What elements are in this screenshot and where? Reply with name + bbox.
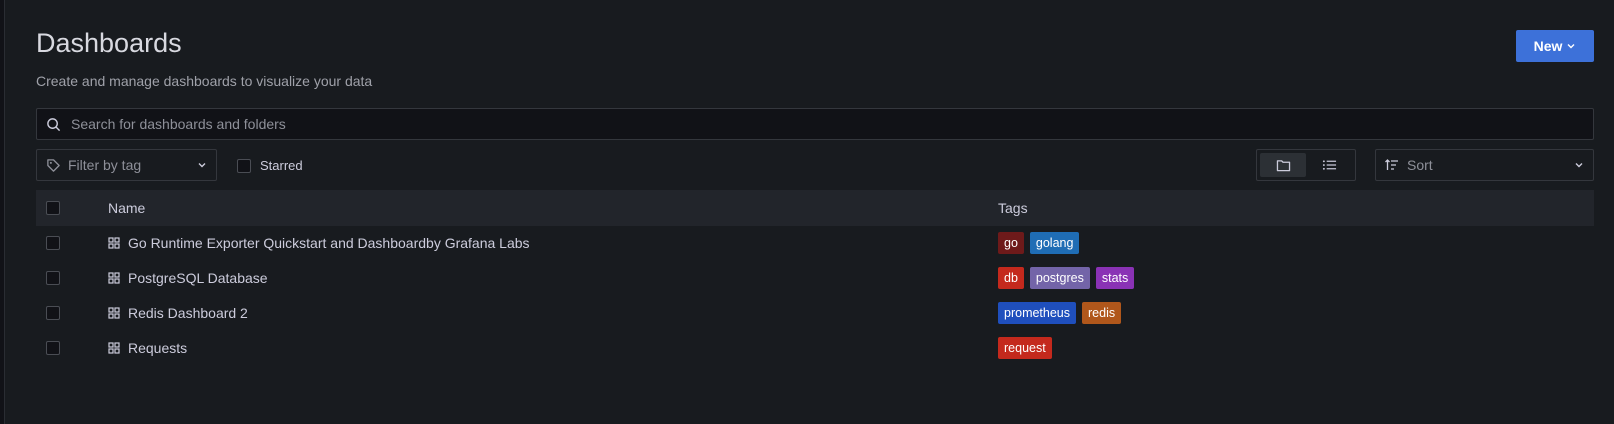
tag-badge[interactable]: stats (1095, 267, 1135, 289)
starred-label: Starred (260, 158, 303, 173)
tag-badge[interactable]: redis (1082, 302, 1122, 324)
table-row[interactable]: Go Runtime Exporter Quickstart and Dashb… (36, 225, 1594, 261)
chevron-down-icon (198, 163, 206, 168)
dashboard-link[interactable]: Redis Dashboard 2 (128, 305, 248, 321)
folder-view-button[interactable] (1260, 153, 1306, 177)
row-checkbox[interactable] (46, 341, 60, 355)
chevron-down-icon (1567, 44, 1575, 49)
tag-badge[interactable]: request (998, 337, 1052, 359)
row-checkbox[interactable] (46, 236, 60, 250)
tag-filter-label: Filter by tag (68, 157, 142, 173)
sort-label: Sort (1407, 157, 1433, 173)
starred-filter[interactable]: Starred (237, 158, 303, 173)
page-title: Dashboards (36, 28, 182, 58)
table-row[interactable]: Requests request (36, 330, 1594, 366)
new-button-label: New (1533, 38, 1563, 54)
dashboard-icon (108, 272, 120, 284)
view-mode-toggle (1256, 149, 1356, 181)
new-button[interactable]: New (1516, 30, 1594, 62)
dashboard-link[interactable]: PostgreSQL Database (128, 270, 268, 286)
table-row[interactable]: PostgreSQL Database db postgres stats (36, 260, 1594, 296)
list-view-button[interactable] (1306, 153, 1352, 177)
tag-filter-select[interactable]: Filter by tag (36, 149, 217, 181)
row-checkbox[interactable] (46, 306, 60, 320)
tag-list: request (998, 337, 1052, 359)
tag-list: go golang (998, 232, 1080, 254)
tag-badge[interactable]: prometheus (998, 302, 1077, 324)
tag-badge[interactable]: postgres (1029, 267, 1090, 289)
sort-select[interactable]: Sort (1375, 149, 1594, 181)
page-subtitle: Create and manage dashboards to visualiz… (36, 73, 373, 89)
dashboard-icon (108, 342, 120, 354)
search-input[interactable] (69, 115, 1573, 133)
dashboard-icon (108, 307, 120, 319)
select-all-checkbox[interactable] (46, 201, 60, 215)
tag-list: db postgres stats (998, 267, 1135, 289)
list-icon (1322, 160, 1336, 170)
tag-badge[interactable]: go (998, 232, 1024, 254)
dashboard-link[interactable]: Go Runtime Exporter Quickstart and Dashb… (128, 235, 530, 251)
table-row[interactable]: Redis Dashboard 2 prometheus redis (36, 295, 1594, 331)
row-checkbox[interactable] (46, 271, 60, 285)
search-box[interactable] (36, 108, 1594, 140)
sort-icon (1385, 159, 1398, 170)
dashboard-link[interactable]: Requests (128, 340, 187, 356)
chevron-down-icon (1575, 163, 1583, 168)
tag-list: prometheus redis (998, 302, 1122, 324)
search-icon (47, 117, 61, 131)
column-header-name[interactable]: Name (108, 200, 998, 216)
tag-badge[interactable]: db (998, 267, 1024, 289)
folder-icon (1276, 159, 1290, 171)
tag-badge[interactable]: golang (1029, 232, 1080, 254)
tag-icon (47, 158, 60, 172)
dashboard-icon (108, 237, 120, 249)
table-header: Name Tags (36, 190, 1594, 226)
starred-checkbox[interactable] (237, 158, 251, 173)
dashboards-page: Dashboards Create and manage dashboards … (4, 0, 1614, 424)
column-header-tags: Tags (998, 200, 1028, 216)
page-header: Dashboards Create and manage dashboards … (36, 28, 372, 89)
